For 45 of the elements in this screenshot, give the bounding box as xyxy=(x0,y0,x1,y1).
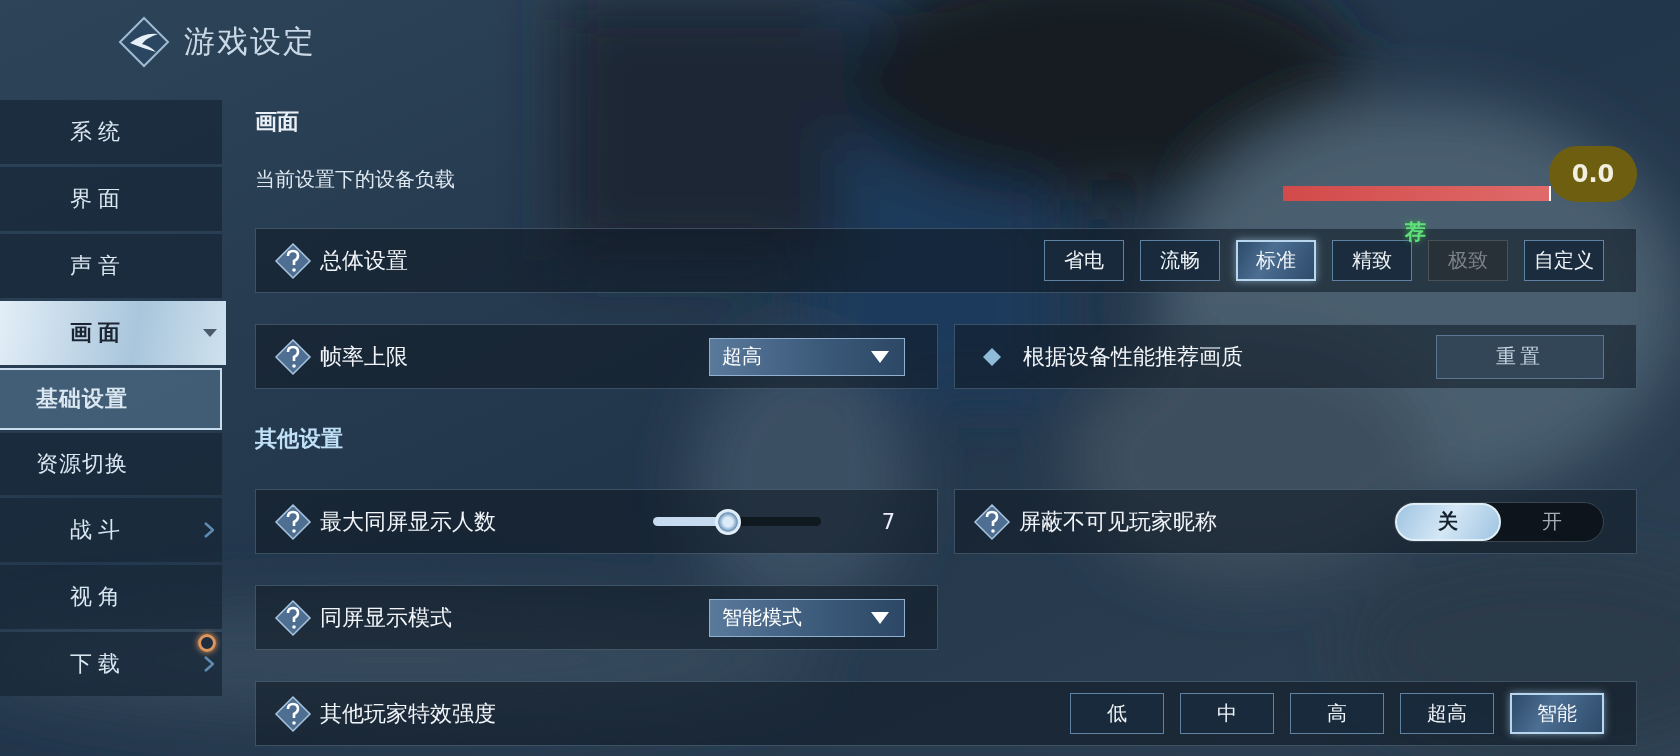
sidebar-item[interactable]: 界面 xyxy=(0,167,222,231)
setting-label: 屏蔽不可见玩家昵称 xyxy=(1019,507,1218,536)
option-button[interactable]: 超高 xyxy=(1400,693,1494,734)
toggle-option[interactable]: 关 xyxy=(1395,502,1501,541)
help-icon[interactable] xyxy=(274,241,312,280)
setting-label: 帧率上限 xyxy=(320,342,409,371)
dropdown[interactable]: 智能模式 xyxy=(709,598,905,637)
option-button[interactable]: 流畅 xyxy=(1140,240,1220,281)
dropdown[interactable]: 超高 xyxy=(709,337,905,376)
option-button[interactable]: 高 xyxy=(1290,693,1384,734)
sidebar-subitem[interactable]: 基础设置 xyxy=(0,368,222,430)
setting-label: 总体设置 xyxy=(320,246,409,275)
toggle-option[interactable]: 开 xyxy=(1501,502,1603,541)
sidebar-item[interactable]: 视角 xyxy=(0,565,222,629)
sidebar-item[interactable]: 战斗 xyxy=(0,498,222,562)
dropdown-caret-icon xyxy=(870,349,890,364)
sidebar-item[interactable]: 画面 xyxy=(0,301,226,365)
page-title: 游戏设定 xyxy=(184,22,316,61)
option-button[interactable]: 自定义 xyxy=(1524,240,1604,281)
sidebar-item[interactable]: 下载 xyxy=(0,632,222,696)
setting-label: 最大同屏显示人数 xyxy=(320,507,497,536)
load-label: 当前设置下的设备负载 xyxy=(255,165,455,193)
sidebar-item[interactable]: 声音 xyxy=(0,234,222,298)
slider-value: 7 xyxy=(881,509,895,534)
help-icon[interactable] xyxy=(274,337,312,376)
toggle-switch[interactable]: 关 开 xyxy=(1394,501,1604,542)
option-button[interactable]: 省电 xyxy=(1044,240,1124,281)
setting-label: 同屏显示模式 xyxy=(320,603,453,632)
option-button[interactable]: 中 xyxy=(1180,693,1274,734)
section-heading: 画面 xyxy=(255,107,300,136)
sidebar-subitem[interactable]: 资源切换 xyxy=(0,433,222,495)
help-icon[interactable] xyxy=(274,598,312,637)
reset-button[interactable]: 重置 xyxy=(1436,334,1604,379)
setting-label: 根据设备性能推荐画质 xyxy=(1023,342,1244,371)
section-heading: 其他设置 xyxy=(255,424,344,453)
help-icon[interactable] xyxy=(274,502,312,541)
setting-label: 其他玩家特效强度 xyxy=(320,699,497,728)
option-button[interactable]: 低 xyxy=(1070,693,1164,734)
sidebar-item[interactable]: 系统 xyxy=(0,100,222,164)
emblem-icon xyxy=(118,16,170,68)
option-button[interactable]: 标准 xyxy=(1236,240,1316,281)
help-icon[interactable] xyxy=(274,694,312,733)
diamond-icon xyxy=(981,345,1003,368)
help-icon[interactable] xyxy=(973,502,1011,541)
option-button[interactable]: 智能 xyxy=(1510,693,1604,734)
